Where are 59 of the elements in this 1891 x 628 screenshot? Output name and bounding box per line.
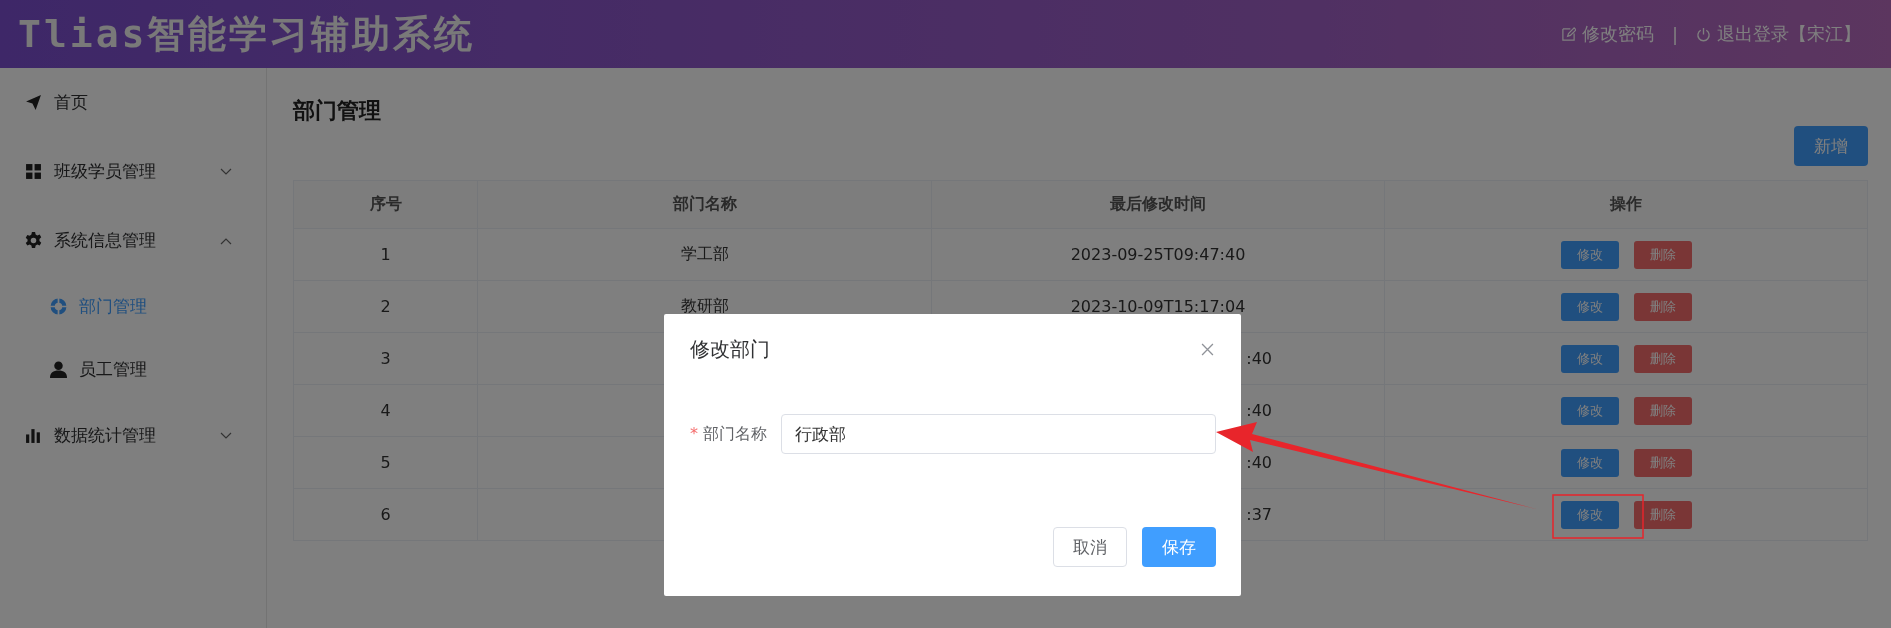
field-label: * 部门名称	[690, 423, 768, 445]
menu-item[interactable]: 数据统计管理	[0, 401, 266, 470]
app-title: Tlias智能学习辅助系统	[18, 10, 476, 58]
grid-icon	[25, 163, 42, 180]
delete-button[interactable]: 删除	[1633, 448, 1692, 477]
lifebuoy-icon	[50, 298, 67, 315]
close-icon[interactable]	[1201, 342, 1214, 356]
table-cell-text: 5	[379, 452, 392, 474]
separator-text: |	[1671, 23, 1678, 45]
delete-button[interactable]: 删除	[1633, 396, 1692, 425]
delete-button[interactable]: 删除	[1633, 344, 1692, 373]
table-cell-text: 4	[379, 400, 392, 422]
table-cell-text: 2	[379, 296, 392, 318]
save-button[interactable]: 保存	[1142, 527, 1216, 567]
delete-button[interactable]: 删除	[1633, 240, 1692, 269]
table-cell: 教研部	[680, 296, 729, 317]
change-password-link[interactable]: 修改密码	[1560, 22, 1654, 46]
power-icon	[1696, 26, 1711, 42]
table-cell: :40	[1246, 453, 1272, 472]
menu-item[interactable]: 首页	[0, 68, 266, 137]
column-header: 序号	[368, 193, 403, 215]
page-title: 部门管理	[293, 97, 382, 125]
edit-button[interactable]: 修改	[1560, 500, 1619, 529]
table-cell: 学工部	[680, 244, 729, 265]
edit-button[interactable]: 修改	[1560, 448, 1619, 477]
edit-button[interactable]: 修改	[1560, 396, 1619, 425]
dialog-title: 修改部门	[690, 335, 770, 363]
table-cell-text: 6	[379, 504, 392, 526]
column-header: 操作	[1384, 181, 1867, 228]
column-header: 部门名称	[477, 181, 931, 228]
department-name-field[interactable]: 行政部	[781, 414, 1216, 454]
table-cell-text: 3	[379, 348, 392, 370]
submenu-item[interactable]: 员工管理	[0, 338, 266, 401]
chevron-down-icon	[220, 431, 232, 440]
person-icon	[50, 361, 67, 378]
table-cell: :37	[1246, 505, 1272, 524]
menu-item[interactable]: 系统信息管理	[0, 206, 266, 275]
table-cell: 2023-10-09T15:17:04	[1070, 297, 1246, 316]
add-button[interactable]: 新增	[1794, 126, 1868, 166]
edit-icon	[1560, 26, 1576, 42]
table-cell: 2023-09-25T09:47:40	[1070, 245, 1246, 264]
table-cell: :40	[1246, 349, 1272, 368]
edit-button[interactable]: 修改	[1560, 292, 1619, 321]
bar-chart-icon	[25, 427, 42, 444]
submenu-item[interactable]: 部门管理	[0, 275, 266, 338]
delete-button[interactable]: 删除	[1633, 292, 1692, 321]
column-header: 最后修改时间	[931, 181, 1384, 228]
table-cell-text: 1	[379, 244, 392, 266]
edit-button[interactable]: 修改	[1560, 344, 1619, 373]
table-cell: :40	[1246, 401, 1272, 420]
menu-item[interactable]: 班级学员管理	[0, 137, 266, 206]
delete-button[interactable]: 删除	[1633, 500, 1692, 529]
gear-icon	[25, 232, 42, 249]
chevron-up-icon	[220, 236, 232, 245]
edit-button[interactable]: 修改	[1560, 240, 1619, 269]
chevron-down-icon	[220, 167, 232, 176]
logout-link[interactable]: 退出登录【宋江】	[1696, 22, 1861, 46]
paper-plane-icon	[25, 94, 42, 111]
cancel-button[interactable]: 取消	[1053, 527, 1127, 567]
